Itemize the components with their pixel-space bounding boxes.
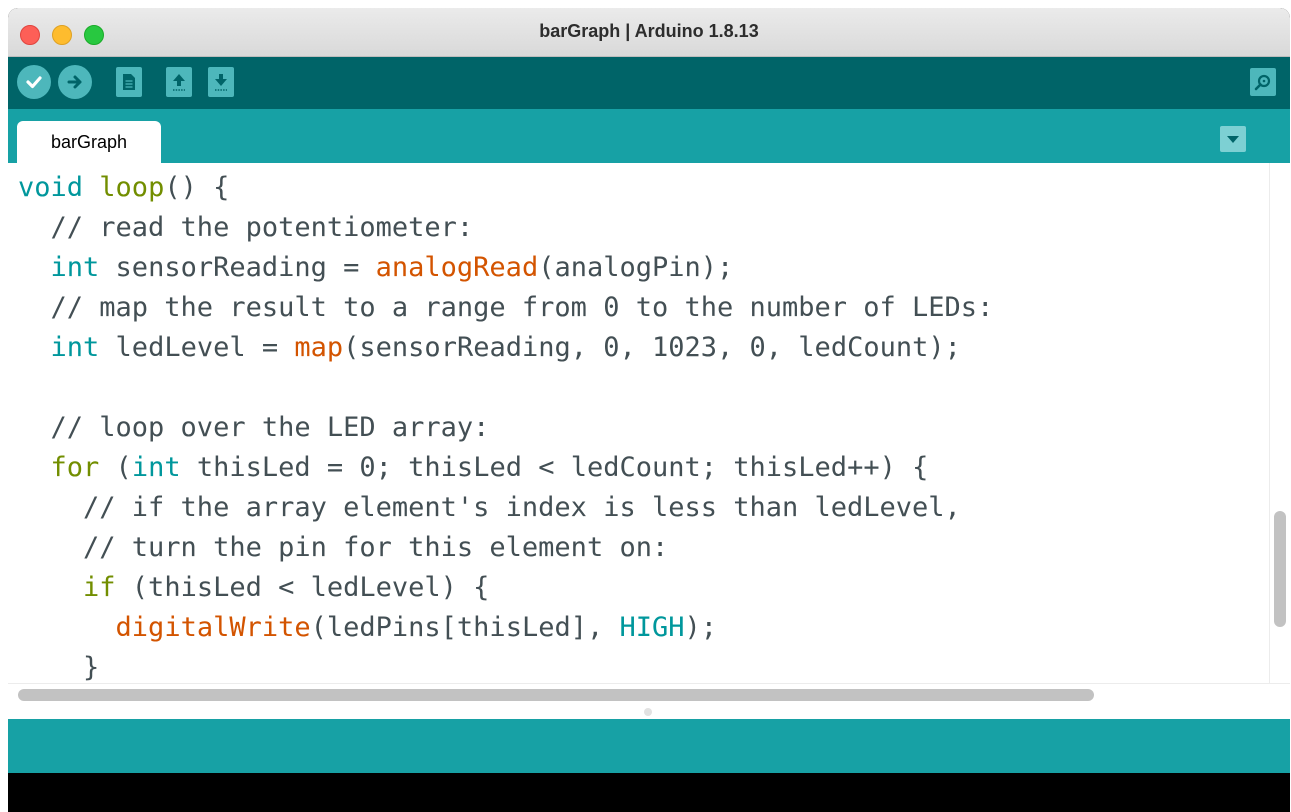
- code-line: if (thisLed < ledLevel) {: [18, 568, 993, 608]
- code-token: // turn the pin for this element on:: [18, 532, 669, 563]
- code-line: // if the array element's index is less …: [18, 488, 993, 528]
- code-text[interactable]: void loop() { // read the potentiometer:…: [18, 168, 993, 683]
- vertical-scrollbar[interactable]: [1269, 163, 1290, 683]
- code-token: sensorReading =: [99, 252, 376, 283]
- upload-button[interactable]: [58, 65, 92, 99]
- verify-button[interactable]: [17, 65, 51, 99]
- code-token: for: [50, 452, 100, 483]
- code-token: analogRead: [375, 252, 539, 283]
- horizontal-scrollbar[interactable]: [8, 683, 1290, 706]
- code-token: );: [684, 612, 718, 643]
- new-sketch-button[interactable]: [116, 67, 142, 97]
- toolbar: [8, 57, 1290, 109]
- tab-bar: barGraph: [8, 109, 1290, 163]
- divider-grip-icon[interactable]: [644, 708, 652, 716]
- code-token: () {: [164, 172, 230, 203]
- code-line: for (int thisLed = 0; thisLed < ledCount…: [18, 448, 993, 488]
- code-token: loop: [99, 172, 165, 203]
- code-token: int: [50, 252, 100, 283]
- arduino-window: barGraph | Arduino 1.8.13 barGraph void …: [8, 8, 1290, 812]
- code-token: digitalWrite: [115, 612, 311, 643]
- save-button[interactable]: [208, 67, 234, 97]
- code-line: }: [18, 648, 993, 683]
- code-token: HIGH: [619, 612, 685, 643]
- console-divider[interactable]: [8, 705, 1290, 719]
- arrow-down-icon: [215, 74, 227, 91]
- code-line: int sensorReading = analogRead(analogPin…: [18, 248, 993, 288]
- code-line: void loop() {: [18, 168, 993, 208]
- code-editor[interactable]: void loop() { // read the potentiometer:…: [8, 163, 1270, 683]
- window-title: barGraph | Arduino 1.8.13: [539, 21, 759, 41]
- arrow-up-icon: [173, 74, 185, 91]
- code-line: // map the result to a range from 0 to t…: [18, 288, 994, 328]
- code-token: }: [18, 652, 100, 683]
- code-line: // read the potentiometer:: [18, 208, 993, 248]
- code-token: // loop over the LED array:: [18, 412, 490, 443]
- code-token: void: [18, 172, 84, 203]
- code-token: (ledPins[thisLed],: [310, 612, 620, 643]
- code-line: int ledLevel = map(sensorReading, 0, 102…: [18, 328, 993, 368]
- document-icon: [123, 74, 135, 90]
- message-bar: [8, 719, 1290, 773]
- open-button[interactable]: [166, 67, 192, 97]
- code-token: int: [50, 332, 100, 363]
- checkmark-icon: [26, 76, 42, 89]
- console-output: [8, 773, 1290, 812]
- code-line: // loop over the LED array:: [18, 408, 993, 448]
- magnifier-icon: [1254, 74, 1271, 91]
- code-token: // if the array element's index is less …: [18, 492, 961, 523]
- tab-bargraph[interactable]: barGraph: [17, 121, 161, 163]
- triangle-down-icon: [1227, 136, 1239, 143]
- code-token: int: [131, 452, 181, 483]
- code-token: (sensorReading, 0, 1023, 0, ledCount);: [343, 332, 961, 363]
- code-token: map: [294, 332, 344, 363]
- horizontal-scroll-thumb[interactable]: [18, 689, 1094, 701]
- code-token: (analogPin);: [538, 252, 734, 283]
- arrow-right-icon: [67, 75, 82, 89]
- code-token: thisLed = 0; thisLed < ledCount; thisLed…: [180, 452, 929, 483]
- title-bar: barGraph | Arduino 1.8.13: [8, 8, 1290, 57]
- code-line: // turn the pin for this element on:: [18, 528, 993, 568]
- code-line: digitalWrite(ledPins[thisLed], HIGH);: [18, 608, 993, 648]
- code-token: (thisLed < ledLevel) {: [115, 572, 490, 603]
- code-token: if: [83, 572, 116, 603]
- tab-menu-button[interactable]: [1220, 126, 1246, 152]
- code-token: // read the potentiometer:: [18, 212, 474, 243]
- code-token: // map the result to a range from 0 to t…: [18, 292, 994, 323]
- code-token: (: [99, 452, 132, 483]
- serial-monitor-button[interactable]: [1250, 68, 1276, 96]
- code-token: ledLevel =: [99, 332, 295, 363]
- vertical-scroll-thumb[interactable]: [1274, 511, 1286, 627]
